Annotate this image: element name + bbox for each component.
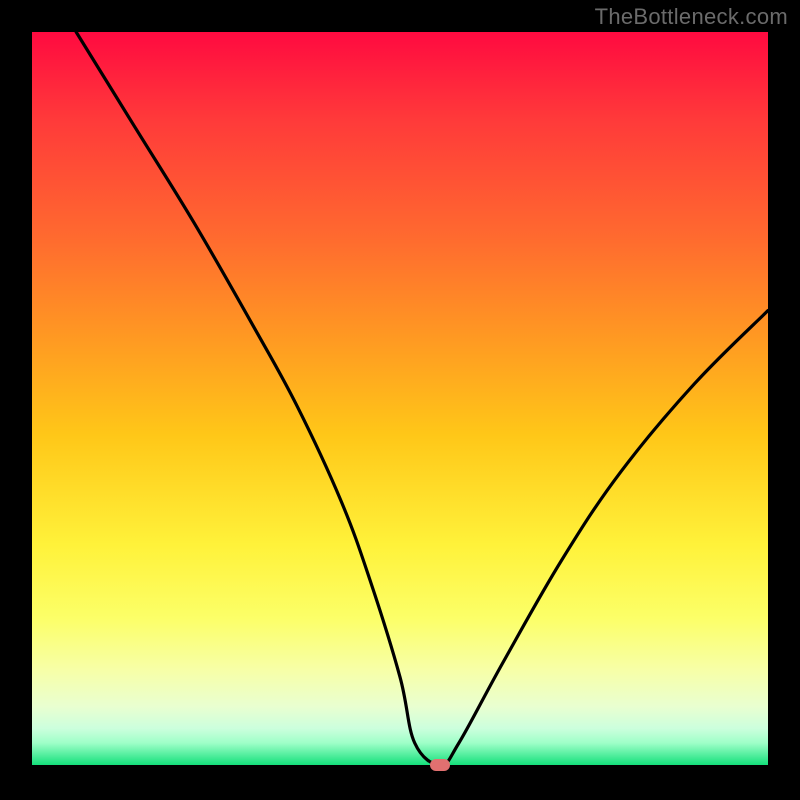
plot-area <box>32 32 768 765</box>
bottleneck-curve <box>32 32 768 765</box>
watermark-text: TheBottleneck.com <box>595 4 788 30</box>
optimal-point-marker <box>430 759 450 771</box>
chart-container: TheBottleneck.com <box>0 0 800 800</box>
